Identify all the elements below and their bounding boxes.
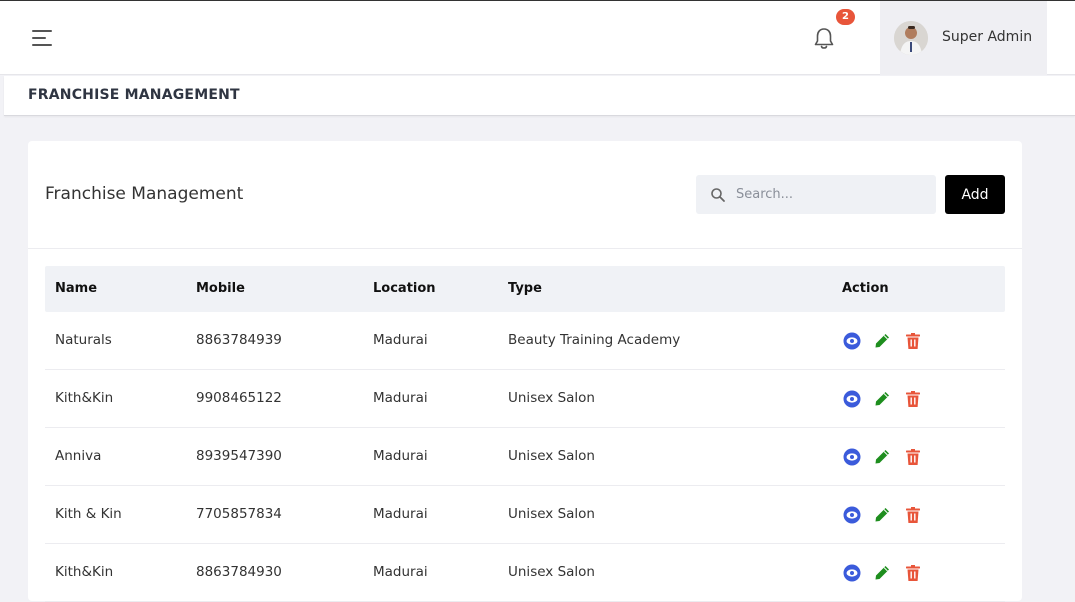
pencil-icon[interactable] [872,447,892,467]
cell-mobile: 9908465122 [196,390,282,406]
bell-icon[interactable] [812,26,836,52]
table-row: Kith&Kin 9908465122 Madurai Unisex Salon [45,370,1005,428]
add-button[interactable]: Add [945,175,1005,214]
top-bar: 2 Super Admin [0,0,1075,75]
cell-type: Unisex Salon [508,390,595,406]
column-header-action: Action [842,281,889,296]
hamburger-menu-icon[interactable] [30,27,56,49]
cell-location: Madurai [373,506,428,522]
avatar [894,21,928,55]
franchise-card: Franchise Management Add Name Mobile Loc… [28,141,1022,602]
eye-icon[interactable] [842,331,862,351]
column-header-type: Type [508,281,542,296]
search-input[interactable] [736,175,926,214]
cell-mobile: 8863784930 [196,564,282,580]
cell-mobile: 7705857834 [196,506,282,522]
cell-location: Madurai [373,332,428,348]
cell-name: Naturals [55,332,112,348]
card-header: Franchise Management Add [28,141,1022,249]
notification-badge: 2 [836,9,855,25]
pencil-icon[interactable] [872,505,892,525]
franchise-table: Name Mobile Location Type Action Natural… [45,266,1005,602]
trash-icon[interactable] [903,447,923,467]
eye-icon[interactable] [842,505,862,525]
search-icon [710,187,726,203]
eye-icon[interactable] [842,389,862,409]
table-row: Kith & Kin 7705857834 Madurai Unisex Sal… [45,486,1005,544]
eye-icon[interactable] [842,447,862,467]
cell-name: Kith&Kin [55,390,114,406]
trash-icon[interactable] [903,505,923,525]
trash-icon[interactable] [903,389,923,409]
cell-name: Kith & Kin [55,506,122,522]
breadcrumb: FRANCHISE MANAGEMENT [4,76,1075,116]
trash-icon[interactable] [903,331,923,351]
pencil-icon[interactable] [872,389,892,409]
cell-location: Madurai [373,448,428,464]
table-row: Anniva 8939547390 Madurai Unisex Salon [45,428,1005,486]
table-row: Kith&Kin 8863784930 Madurai Unisex Salon [45,544,1005,602]
cell-type: Unisex Salon [508,506,595,522]
cell-mobile: 8863784939 [196,332,282,348]
column-header-location: Location [373,281,436,296]
cell-mobile: 8939547390 [196,448,282,464]
eye-icon[interactable] [842,563,862,583]
cell-type: Unisex Salon [508,448,595,464]
column-header-mobile: Mobile [196,281,245,296]
cell-type: Unisex Salon [508,564,595,580]
table-row: Naturals 8863784939 Madurai Beauty Train… [45,312,1005,370]
trash-icon[interactable] [903,563,923,583]
cell-name: Anniva [55,448,102,464]
cell-location: Madurai [373,564,428,580]
cell-name: Kith&Kin [55,564,114,580]
column-header-name: Name [55,281,98,296]
search-box [696,175,936,214]
page-title: FRANCHISE MANAGEMENT [28,87,240,103]
user-menu[interactable]: Super Admin [880,1,1047,75]
pencil-icon[interactable] [872,331,892,351]
cell-type: Beauty Training Academy [508,332,681,348]
cell-location: Madurai [373,390,428,406]
table-header: Name Mobile Location Type Action [45,266,1005,312]
card-title: Franchise Management [45,184,244,204]
user-name: Super Admin [942,29,1033,45]
pencil-icon[interactable] [872,563,892,583]
